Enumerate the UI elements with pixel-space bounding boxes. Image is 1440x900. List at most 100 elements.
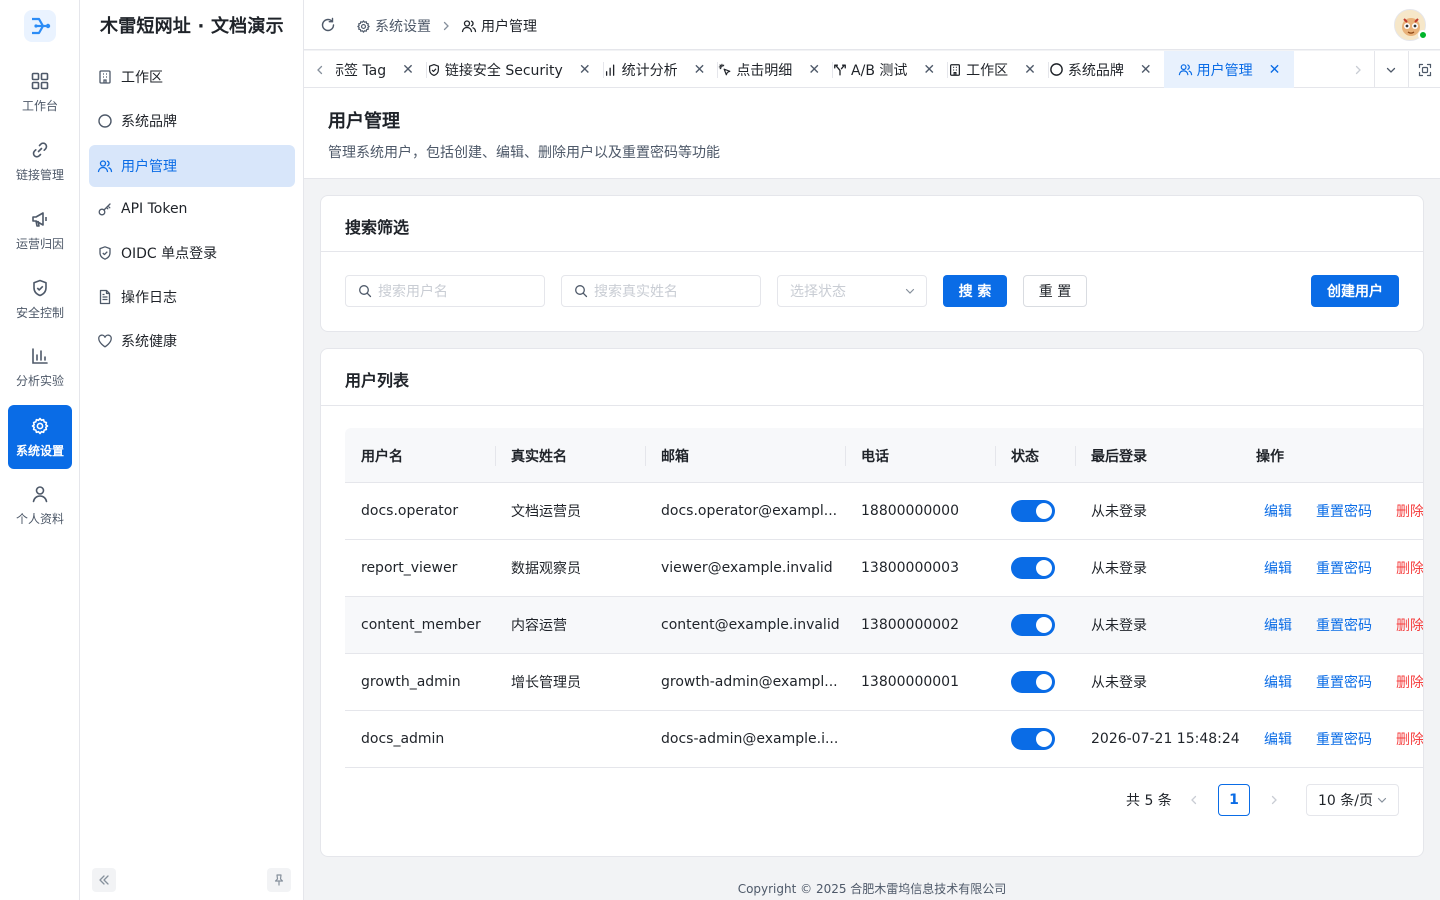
refresh-button[interactable] (320, 17, 336, 33)
close-icon[interactable]: ✕ (694, 62, 706, 78)
reset-password-link[interactable]: 重置密码 (1316, 597, 1372, 653)
rail-item-security[interactable]: 安全控制 (8, 267, 72, 331)
reset-password-link[interactable]: 重置密码 (1316, 540, 1372, 596)
status-toggle[interactable] (1011, 671, 1055, 693)
reset-password-link[interactable]: 重置密码 (1316, 711, 1372, 767)
tab-system-brand[interactable]: 系统品牌 ✕ (1049, 51, 1164, 88)
cell-realname (495, 711, 645, 767)
key-icon (98, 203, 111, 216)
delete-link[interactable]: 删除 (1396, 654, 1423, 710)
close-icon[interactable]: ✕ (923, 62, 935, 78)
top-header: 系统设置 用户管理 (304, 0, 1440, 50)
tab-bar: 标签 Tag ✕ 链接安全 Security ✕ 统计分析 ✕ 点击明细 ✕ A… (304, 51, 1440, 88)
cell-status (995, 654, 1075, 710)
circle-icon (98, 114, 112, 128)
sidebar-item-workspace[interactable]: 工作区 (89, 56, 295, 98)
tab-workspace[interactable]: 工作区 ✕ (948, 51, 1048, 88)
edit-link[interactable]: 编辑 (1264, 540, 1292, 596)
filter-card: 搜索筛选 搜索用户名 搜索真实姓名 选择状态 搜 索 重 置 创建用户 (320, 195, 1424, 332)
cell-phone (845, 711, 995, 767)
close-icon[interactable]: ✕ (579, 62, 591, 78)
rail-item-profile[interactable]: 个人资料 (8, 473, 72, 537)
chevron-down-icon (1377, 797, 1387, 803)
page-number-button[interactable]: 1 (1218, 784, 1250, 816)
close-icon[interactable]: ✕ (402, 62, 414, 78)
tab-ab-test[interactable]: A/B 测试 ✕ (833, 51, 947, 88)
delete-link[interactable]: 删除 (1396, 483, 1423, 539)
rail-item-analytics[interactable]: 分析实验 (8, 335, 72, 399)
close-icon[interactable]: ✕ (1024, 62, 1036, 78)
rail-item-attribution[interactable]: 运营归因 (8, 198, 72, 262)
edit-link[interactable]: 编辑 (1264, 483, 1292, 539)
realname-search-input[interactable]: 搜索真实姓名 (561, 275, 761, 307)
close-icon[interactable]: ✕ (1269, 62, 1281, 78)
tab-tag[interactable]: 标签 Tag ✕ (336, 51, 426, 88)
previous-page-button[interactable] (1178, 784, 1210, 816)
cell-realname: 数据观察员 (511, 561, 581, 577)
next-page-button[interactable] (1258, 784, 1290, 816)
status-toggle[interactable] (1011, 614, 1055, 636)
username-search-input[interactable]: 搜索用户名 (345, 275, 545, 307)
status-select[interactable]: 选择状态 (777, 275, 927, 307)
close-icon[interactable]: ✕ (1140, 62, 1152, 78)
chevron-right-icon (443, 21, 449, 31)
tab-user-management[interactable]: 用户管理 ✕ (1163, 51, 1295, 88)
tabs-scroll-right-button[interactable] (1342, 51, 1374, 88)
create-user-button[interactable]: 创建用户 (1311, 275, 1399, 307)
breadcrumb: 系统设置 用户管理 (356, 16, 537, 36)
column-header-phone: 电话 (861, 448, 889, 465)
delete-link[interactable]: 删除 (1396, 597, 1423, 653)
sidebar-item-health[interactable]: 系统健康 (89, 320, 295, 362)
rail-item-label: 系统设置 (15, 443, 64, 458)
reset-button[interactable]: 重 置 (1023, 275, 1087, 307)
search-button[interactable]: 搜 索 (943, 275, 1007, 307)
tab-label: 标签 Tag (336, 62, 387, 79)
reset-password-link[interactable]: 重置密码 (1316, 654, 1372, 710)
fullscreen-button[interactable] (1408, 51, 1440, 88)
page-size-select[interactable]: 10 条/页 (1306, 784, 1399, 816)
bar-chart-icon (32, 347, 48, 364)
sidebar-item-users[interactable]: 用户管理 (89, 145, 295, 187)
breadcrumb-label: 系统设置 (375, 19, 431, 35)
chevron-down-icon (905, 288, 915, 294)
search-icon (575, 285, 588, 298)
rail-item-links[interactable]: 链接管理 (8, 129, 72, 193)
edit-link[interactable]: 编辑 (1264, 654, 1292, 710)
delete-link[interactable]: 删除 (1396, 540, 1423, 596)
breadcrumb-item-users: 用户管理 (461, 16, 537, 36)
sidebar-item-brand[interactable]: 系统品牌 (89, 100, 295, 142)
sidebar-item-logs[interactable]: 操作日志 (89, 276, 295, 318)
close-icon[interactable]: ✕ (808, 62, 820, 78)
column-header-last-login: 最后登录 (1091, 448, 1147, 465)
cell-email: docs.operator@exampl... (661, 503, 838, 519)
delete-link[interactable]: 删除 (1396, 711, 1423, 767)
edit-link[interactable]: 编辑 (1264, 597, 1292, 653)
table-row: report_viewer 数据观察员 viewer@example.inval… (345, 540, 1423, 597)
app-logo[interactable] (24, 10, 56, 42)
tab-link-security[interactable]: 链接安全 Security ✕ (427, 51, 603, 88)
megaphone-icon (32, 211, 47, 227)
tabs-scroll-left-button[interactable] (304, 51, 336, 88)
chevron-right-icon (1271, 795, 1277, 805)
cell-phone: 18800000000 (861, 503, 959, 519)
table-row: growth_admin 增长管理员 growth-admin@exampl..… (345, 654, 1423, 711)
filter-card-title: 搜索筛选 (345, 218, 410, 237)
rail-item-dashboard[interactable]: 工作台 (8, 60, 72, 124)
collapse-sidebar-button[interactable] (92, 868, 116, 892)
breadcrumb-label: 用户管理 (481, 19, 537, 35)
rail-item-settings[interactable]: 系统设置 (8, 405, 72, 469)
column-header-realname: 真实姓名 (511, 448, 567, 465)
tab-statistics[interactable]: 统计分析 ✕ (604, 51, 718, 88)
table-row: content_member 内容运营 content@example.inva… (345, 597, 1423, 654)
edit-link[interactable]: 编辑 (1264, 711, 1292, 767)
sidebar-item-oidc[interactable]: OIDC 单点登录 (89, 232, 295, 274)
tabs-dropdown-button[interactable] (1374, 51, 1406, 88)
sidebar-item-api-token[interactable]: API Token (89, 188, 295, 230)
pin-sidebar-button[interactable] (267, 868, 291, 892)
breadcrumb-item-settings[interactable]: 系统设置 (356, 16, 431, 36)
status-toggle[interactable] (1011, 728, 1055, 750)
status-toggle[interactable] (1011, 500, 1055, 522)
tab-click-details[interactable]: 点击明细 ✕ (718, 51, 832, 88)
status-toggle[interactable] (1011, 557, 1055, 579)
reset-password-link[interactable]: 重置密码 (1316, 483, 1372, 539)
